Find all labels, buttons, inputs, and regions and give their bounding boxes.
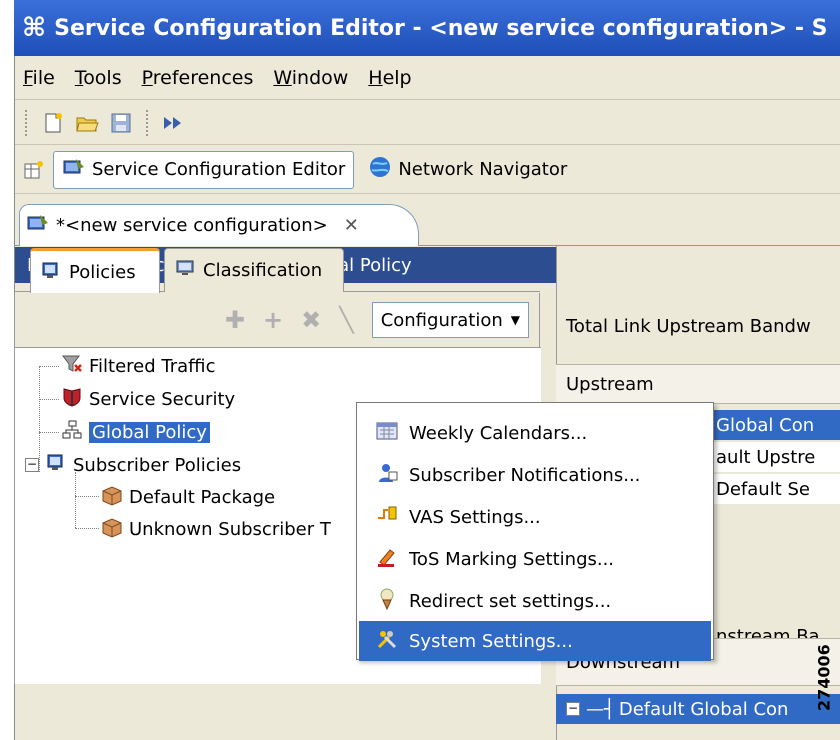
toolbar-grip[interactable]: [25, 109, 28, 136]
menu-item-label: ToS Marking Settings...: [409, 548, 615, 570]
menu-item-redirect-settings[interactable]: Redirect set settings...: [359, 581, 711, 621]
menu-window[interactable]: Window: [273, 67, 348, 89]
perspective-label: Service Configuration Editor: [92, 159, 346, 180]
tree-connector: [75, 496, 99, 497]
tools-icon: [375, 628, 399, 655]
menu-help[interactable]: Help: [368, 67, 411, 89]
redirect-icon: [375, 588, 399, 615]
menu-item-weekly-calendars[interactable]: Weekly Calendars...: [359, 413, 711, 453]
tree-item-label: Service Security: [89, 388, 236, 410]
tree-connector: [39, 399, 59, 400]
open-folder-icon[interactable]: [74, 110, 100, 136]
tab-label: Classification: [203, 260, 323, 281]
tab-classification[interactable]: Classification: [164, 248, 344, 292]
configuration-label: Configuration: [380, 309, 503, 331]
perspective-bar: Service Configuration Editor Network Nav…: [15, 146, 840, 194]
menu-item-system-settings[interactable]: System Settings...: [359, 621, 711, 661]
menu-item-label: System Settings...: [409, 630, 573, 652]
tab-label: Policies: [69, 261, 136, 283]
collapse-icon[interactable]: −: [25, 458, 39, 472]
perspective-label: Network Navigator: [398, 159, 568, 180]
shield-icon: [61, 386, 83, 413]
tree-connector: [39, 366, 59, 367]
tree-connector: [39, 432, 59, 433]
perspective-service-editor[interactable]: Service Configuration Editor: [53, 150, 355, 189]
window-title-bar[interactable]: ⌘ Service Configuration Editor - <new se…: [14, 0, 840, 56]
filter-icon: [61, 353, 83, 380]
tree-item-service-security[interactable]: Service Security: [61, 384, 235, 414]
policies-icon: [45, 452, 67, 479]
tree-connector: [75, 472, 76, 528]
figure-id: 274006: [814, 644, 834, 712]
close-icon[interactable]: ✕: [344, 215, 359, 236]
collapse-icon[interactable]: −: [566, 702, 580, 716]
new-file-icon[interactable]: [40, 110, 66, 136]
tree-item-global-policy[interactable]: Global Policy: [61, 417, 210, 447]
open-perspective-icon[interactable]: [21, 157, 47, 183]
save-icon[interactable]: [108, 110, 134, 136]
tree-action-row: ✚ + ✖ ╲ Configuration ▼: [15, 293, 541, 347]
menu-bar: File Tools Preferences Window Help: [15, 56, 840, 100]
row-label: Default Se: [716, 478, 810, 500]
tree-item-default-package[interactable]: Default Package: [101, 482, 275, 512]
package-icon: [101, 484, 123, 511]
tab-policies[interactable]: Policies: [30, 248, 160, 293]
editor-tab-label: *<new service configuration>: [56, 215, 328, 236]
downstream-row-selected[interactable]: − —┤ Default Global Con: [556, 694, 840, 724]
tree-item-label: Unknown Subscriber T: [129, 518, 331, 540]
menu-item-label: VAS Settings...: [409, 506, 541, 528]
configuration-button[interactable]: Configuration ▼: [371, 302, 529, 338]
chevron-down-icon: ▼: [510, 313, 520, 327]
menu-item-label: Subscriber Notifications...: [409, 464, 641, 486]
network-icon: [61, 419, 83, 446]
tree-item-label: Global Policy: [89, 421, 210, 443]
menu-tools[interactable]: Tools: [75, 67, 122, 89]
menu-item-subscriber-notifications[interactable]: Subscriber Notifications...: [359, 455, 711, 495]
policies-icon: [41, 260, 61, 285]
menu-item-label: Weekly Calendars...: [409, 422, 588, 444]
upstream-header: Upstream: [556, 364, 840, 404]
user-notification-icon: [375, 462, 399, 489]
perspective-network-navigator[interactable]: Network Navigator: [360, 151, 575, 189]
service-editor-icon: [62, 155, 86, 184]
tree-item-filtered-traffic[interactable]: Filtered Traffic: [61, 351, 215, 381]
tree-item-label: Subscriber Policies: [73, 454, 242, 476]
window-title: Service Configuration Editor - <new serv…: [54, 15, 828, 41]
configuration-menu: Weekly Calendars... Subscriber Notificat…: [356, 402, 714, 661]
tree-item-label: Filtered Traffic: [89, 355, 216, 377]
row-label: Default Global Con: [618, 698, 789, 720]
add-icon[interactable]: +: [263, 306, 283, 334]
app-logo-icon: ⌘: [22, 13, 47, 43]
menu-preferences[interactable]: Preferences: [142, 67, 254, 89]
total-link-label: Total Link Upstream Bandw: [566, 315, 811, 337]
globe-icon: [368, 155, 392, 184]
toolbar-grip[interactable]: [146, 109, 149, 136]
calendar-icon: [375, 421, 399, 446]
menu-file[interactable]: File: [23, 67, 55, 89]
edit-icon[interactable]: ╲: [339, 306, 353, 334]
classification-icon: [175, 258, 195, 283]
menu-item-vas-settings[interactable]: VAS Settings...: [359, 497, 711, 537]
menu-item-label: Redirect set settings...: [409, 590, 612, 612]
marker-icon: [375, 546, 399, 573]
left-tab-strip: Policies Classification: [14, 236, 540, 293]
forward-arrows-icon[interactable]: [161, 110, 187, 136]
toolbar: [15, 101, 840, 145]
add-child-icon[interactable]: ✚: [225, 306, 245, 334]
delete-icon[interactable]: ✖: [301, 306, 321, 334]
tree-item-unknown-subscriber[interactable]: Unknown Subscriber T: [101, 514, 331, 544]
tree-connector-icon: —┤: [586, 698, 615, 720]
vas-icon: [375, 504, 399, 531]
row-label: ault Upstre: [716, 446, 816, 468]
tree-item-label: Default Package: [129, 486, 276, 508]
package-icon: [101, 516, 123, 543]
tree-connector: [75, 528, 99, 529]
tree-item-subscriber-policies[interactable]: − Subscriber Policies: [25, 450, 241, 480]
menu-item-tos-marking[interactable]: ToS Marking Settings...: [359, 539, 711, 579]
row-label: Global Con: [716, 414, 815, 436]
